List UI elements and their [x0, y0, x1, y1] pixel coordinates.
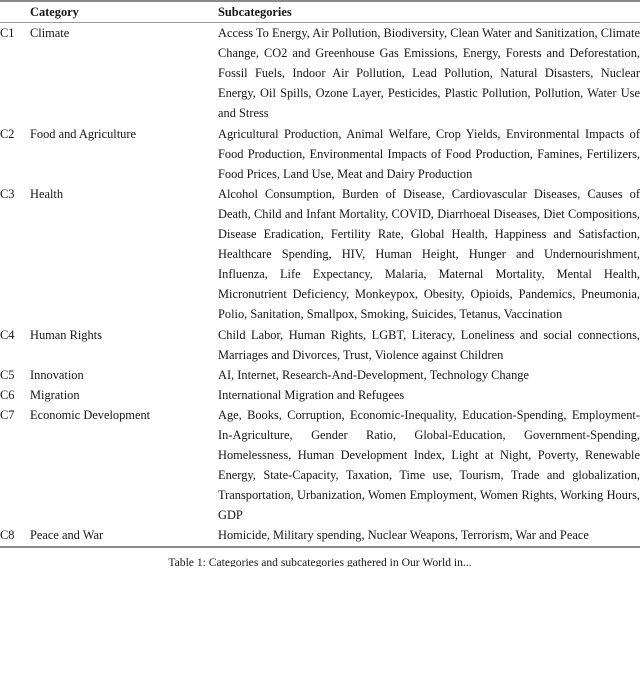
- row-id: C6: [0, 387, 15, 402]
- row-id: C2: [0, 126, 15, 141]
- category-table-container: Category Subcategories C1 Climate Access…: [0, 0, 640, 567]
- table-row: C4 Human Rights Child Labor, Human Right…: [0, 325, 640, 365]
- row-category-name: Peace and War: [30, 528, 104, 543]
- row-subcategories: International Migration and Refugees: [218, 387, 405, 402]
- row-id: C4: [0, 327, 15, 342]
- header-subcategories: Subcategories: [218, 5, 292, 19]
- row-subcategories: Access To Energy, Air Pollution, Biodive…: [218, 26, 640, 121]
- row-category-name: Food and Agriculture: [30, 126, 136, 141]
- header-category: Category: [30, 5, 79, 19]
- table-row: C7 Economic Development Age, Books, Corr…: [0, 405, 640, 526]
- row-id: C1: [0, 26, 15, 41]
- table-row: C3 Health Alcohol Consumption, Burden of…: [0, 184, 640, 325]
- row-category-name: Migration: [30, 387, 80, 402]
- row-category-name: Climate: [30, 26, 70, 41]
- row-subcategories: Homicide, Military spending, Nuclear Wea…: [218, 528, 589, 543]
- row-subcategories: AI, Internet, Research-And-Development, …: [218, 367, 529, 382]
- category-table-body: C1 Climate Access To Energy, Air Polluti…: [0, 23, 640, 545]
- row-category-name: Health: [30, 186, 64, 201]
- row-category-name: Economic Development: [30, 407, 151, 422]
- row-subcategories: Age, Books, Corruption, Economic-Inequal…: [218, 407, 640, 523]
- table-caption: Table 1: Categories and subcategories ga…: [168, 555, 472, 567]
- row-category-name: Innovation: [30, 367, 84, 382]
- table-header-row: Category Subcategories: [0, 2, 640, 22]
- table-row: C1 Climate Access To Energy, Air Polluti…: [0, 23, 640, 123]
- table-row: C2 Food and Agriculture Agricultural Pro…: [0, 124, 640, 184]
- table-row: C5 Innovation AI, Internet, Research-And…: [0, 365, 640, 385]
- row-subcategories: Agricultural Production, Animal Welfare,…: [218, 126, 640, 181]
- row-subcategories: Alcohol Consumption, Burden of Disease, …: [218, 186, 640, 322]
- row-id: C7: [0, 407, 15, 422]
- table-row: C8 Peace and War Homicide, Military spen…: [0, 525, 640, 545]
- row-category-name: Human Rights: [30, 327, 102, 342]
- row-id: C3: [0, 186, 15, 201]
- row-id: C5: [0, 367, 15, 382]
- header-id-column: [0, 2, 30, 22]
- category-subcategory-table: Category Subcategories: [0, 2, 640, 22]
- row-subcategories: Child Labor, Human Rights, LGBT, Literac…: [218, 327, 640, 362]
- table-row: C6 Migration International Migration and…: [0, 385, 640, 405]
- row-id: C8: [0, 528, 15, 543]
